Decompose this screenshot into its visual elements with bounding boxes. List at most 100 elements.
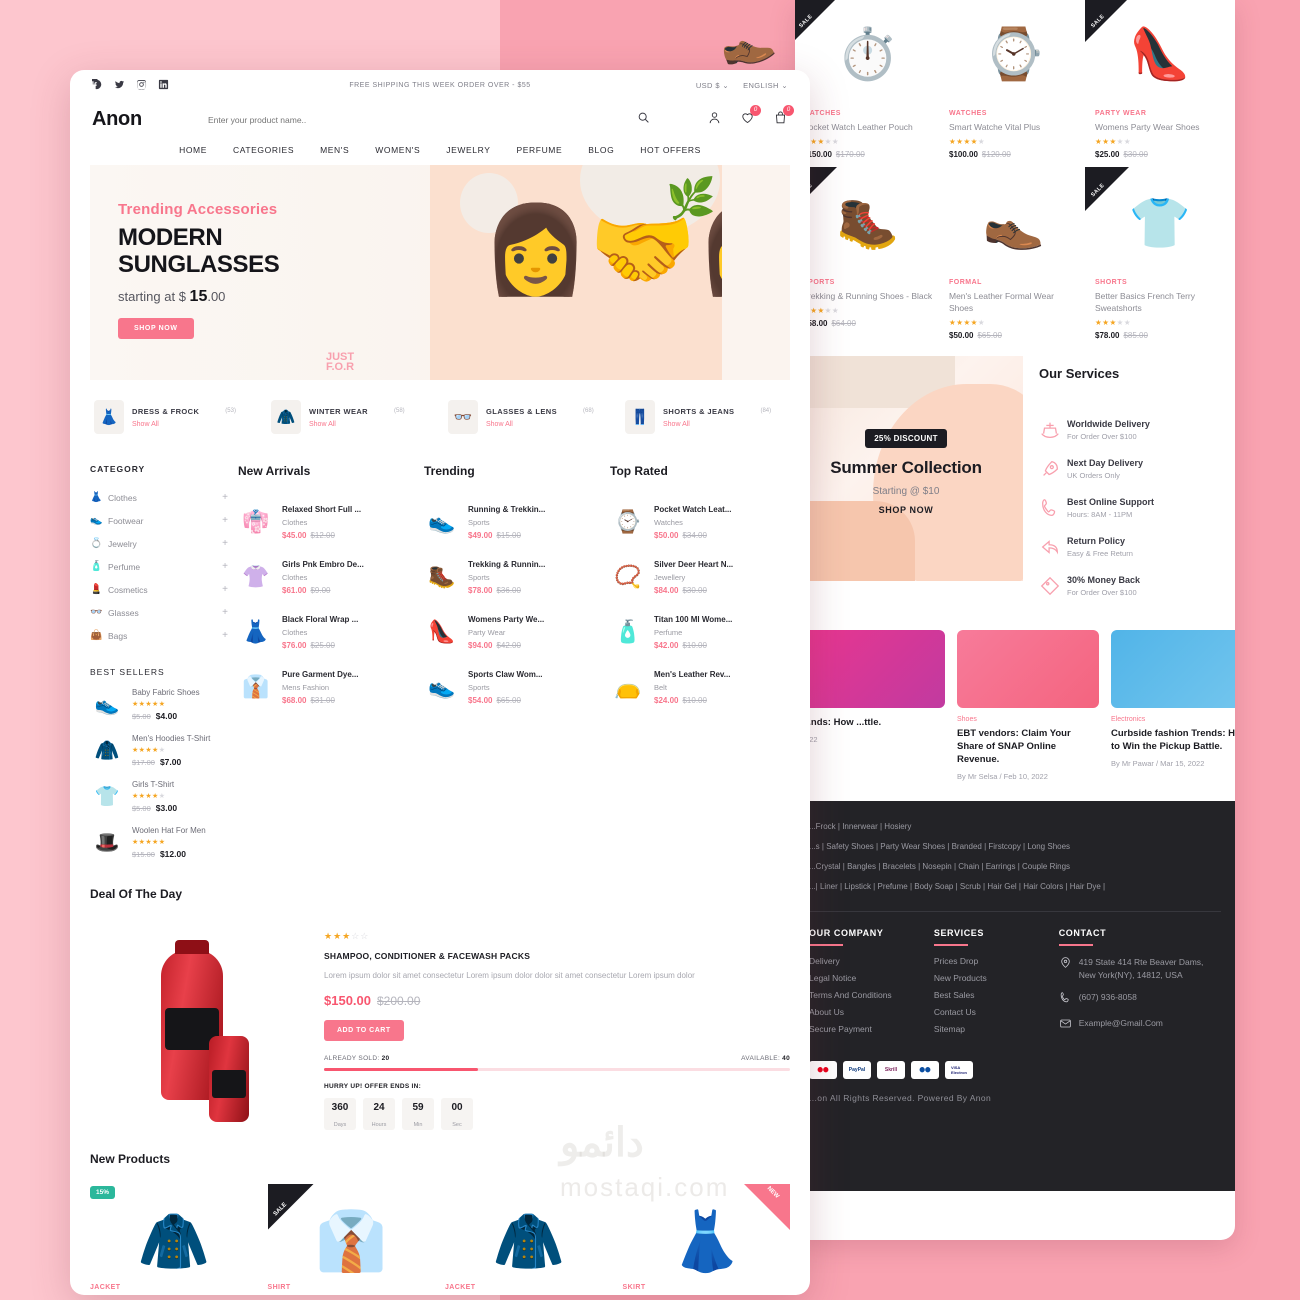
- product-card[interactable]: SALE 👕 SHORTS Better Basics French Terry…: [1085, 167, 1233, 350]
- account-button[interactable]: [707, 110, 722, 130]
- nav-item-hot-offers[interactable]: HOT OFFERS: [640, 145, 701, 155]
- service-sub: Hours: 8AM - 11PM: [1067, 510, 1133, 519]
- footer-link[interactable]: Delivery: [809, 956, 934, 966]
- show-all-link[interactable]: Show All: [309, 421, 405, 428]
- product-card[interactable]: SALE 👠 PARTY WEAR Womens Party Wear Shoe…: [1085, 0, 1233, 169]
- product-list-item[interactable]: 🥾 Trekking & Runnin... Sports $78.00 $36.00: [424, 557, 604, 597]
- footer-link[interactable]: Sitemap: [934, 1024, 1059, 1034]
- linkedin-icon[interactable]: [158, 79, 169, 92]
- sidebar-item-bags[interactable]: 👜 Bags +: [90, 624, 228, 647]
- sidebar-item-cosmetics[interactable]: 💄 Cosmetics +: [90, 578, 228, 601]
- best-seller-item[interactable]: 🧥 Men's Hoodies T-Shirt ★★★★★ $17.00 $7.00: [90, 733, 228, 767]
- hero-banner[interactable]: Trending Accessories MODERN SUNGLASSES st…: [90, 165, 790, 380]
- site-header: Anon 0 0: [70, 100, 810, 145]
- blog-card[interactable]: ...nds: How ...ttle. ...22: [803, 630, 945, 781]
- blog-card[interactable]: Electronics Curbside fashion Trends: How…: [1111, 630, 1235, 781]
- best-seller-item[interactable]: 👕 Girls T-Shirt ★★★★★ $5.00 $3.00: [90, 779, 228, 813]
- category-tile-dress-frock[interactable]: 👗 DRESS & FROCK (53) Show All: [90, 396, 259, 438]
- product-list-item[interactable]: 👘 Relaxed Short Full ... Clothes $45.00 $12.…: [238, 502, 418, 542]
- footer-link[interactable]: New Products: [934, 973, 1059, 983]
- product-list-item[interactable]: 👔 Pure Garment Dye... Mens Fashion $68.00 $3…: [238, 667, 418, 707]
- footer-link-row[interactable]: ...s | Safety Shoes | Party Wear Shoes |…: [809, 837, 1221, 857]
- product-list-item[interactable]: 📿 Silver Deer Heart N... Jewellery $84.00 $3…: [610, 557, 790, 597]
- category-tile-winter-wear[interactable]: 🧥 WINTER WEAR (58) Show All: [267, 396, 436, 438]
- expand-icon[interactable]: +: [222, 538, 228, 549]
- product-card[interactable]: SALE 🥾 SPORTS Trekking & Running Shoes -…: [795, 167, 941, 350]
- best-seller-item[interactable]: 👟 Baby Fabric Shoes ★★★★★ $5.00 $4.00: [90, 687, 228, 721]
- nav-item-jewelry[interactable]: JEWELRY: [446, 145, 490, 155]
- category-tile-glasses-lens[interactable]: 👓 GLASSES & LENS (68) Show All: [444, 396, 613, 438]
- contact-email-row[interactable]: Example@Gmail.Com: [1059, 1017, 1221, 1034]
- nav-item-blog[interactable]: BLOG: [588, 145, 614, 155]
- footer-link[interactable]: Prices Drop: [934, 956, 1059, 966]
- expand-icon[interactable]: +: [222, 561, 228, 572]
- new-product-card[interactable]: 15% 🧥 JACKET Mens Winter Leathers Jacket…: [90, 1184, 258, 1295]
- product-list-item[interactable]: 👟 Sports Claw Wom... Sports $54.00 $65.00: [424, 667, 604, 707]
- site-logo[interactable]: Anon: [92, 108, 202, 131]
- twitter-icon[interactable]: [114, 79, 125, 92]
- footer-link[interactable]: Contact Us: [934, 1007, 1059, 1017]
- summer-collection-banner[interactable]: 25% DISCOUNT Summer Collection Starting …: [795, 356, 1023, 581]
- product-list-item[interactable]: 👟 Running & Trekkin... Sports $49.00 $15.00: [424, 502, 604, 542]
- sidebar-item-clothes[interactable]: 👗 Clothes +: [90, 486, 228, 509]
- blog-card[interactable]: Shoes EBT vendors: Claim Your Share of S…: [957, 630, 1099, 781]
- language-selector[interactable]: ENGLISH ⌄: [743, 81, 788, 90]
- search-bar[interactable]: [208, 111, 658, 129]
- footer-link[interactable]: Best Sales: [934, 990, 1059, 1000]
- product-list-item[interactable]: 👝 Men's Leather Rev... Belt $24.00 $10.00: [610, 667, 790, 707]
- category-tile-shorts-jeans[interactable]: 👖 SHORTS & JEANS (84) Show All: [621, 396, 790, 438]
- product-list-item[interactable]: 👗 Black Floral Wrap ... Clothes $76.00 $25.0…: [238, 612, 418, 652]
- nav-item-home[interactable]: HOME: [179, 145, 207, 155]
- product-category: Party Wear: [468, 627, 506, 637]
- category-tiles: 👗 DRESS & FROCK (53) Show All 🧥 WINTER WEA…: [90, 396, 790, 438]
- sidebar-item-perfume[interactable]: 🧴 Perfume +: [90, 555, 228, 578]
- new-product-card[interactable]: SALE 👔 SHIRT Pure Garment Dyed Cotton Sh…: [267, 1184, 436, 1295]
- price-current: $4.00: [155, 710, 178, 721]
- nav-item-womens[interactable]: WOMEN'S: [375, 145, 420, 155]
- sidebar-item-glasses[interactable]: 👓 Glasses +: [90, 601, 228, 624]
- best-seller-item[interactable]: 🎩 Woolen Hat For Men ★★★★★ $15.00 $12.00: [90, 825, 228, 859]
- footer-link[interactable]: Terms And Conditions: [809, 990, 934, 1000]
- search-input[interactable]: [208, 114, 637, 125]
- expand-icon[interactable]: +: [222, 515, 228, 526]
- footer-link[interactable]: Secure Payment: [809, 1024, 934, 1034]
- footer-link-row[interactable]: ...Frock | Innerwear | Hosiery: [809, 817, 1221, 837]
- sidebar-item-footwear[interactable]: 👟 Footwear +: [90, 509, 228, 532]
- expand-icon[interactable]: +: [222, 492, 228, 503]
- footer-link[interactable]: About Us: [809, 1007, 934, 1017]
- product-card[interactable]: SALE ⏱️ WATCHES Pocket Watch Leather Pou…: [795, 0, 941, 169]
- expand-icon[interactable]: +: [222, 630, 228, 641]
- price-old: $42.00: [496, 640, 521, 650]
- product-list-item[interactable]: 👚 Girls Pnk Embro De... Clothes $61.00 $9.00: [238, 557, 418, 597]
- nav-item-mens[interactable]: MEN'S: [320, 145, 349, 155]
- product-list-item[interactable]: 👠 Womens Party We... Party Wear $94.00 $42.0…: [424, 612, 604, 652]
- add-to-cart-button[interactable]: ADD TO CART: [324, 1020, 404, 1041]
- footer-link-row[interactable]: ...| Liner | Lipstick | Prefume | Body S…: [809, 877, 1221, 897]
- product-category: Watches: [654, 517, 683, 527]
- expand-icon[interactable]: +: [222, 607, 228, 618]
- product-card[interactable]: ⌚ WATCHES Smart Watche Vital Plus ★★★★★ …: [941, 0, 1087, 169]
- sidebar-item-jewelry[interactable]: 💍 Jewelry +: [90, 532, 228, 555]
- show-all-link[interactable]: Show All: [132, 421, 236, 428]
- hero-shop-now-button[interactable]: SHOP NOW: [118, 318, 194, 339]
- product-card[interactable]: 👞 FORMAL Men's Leather Formal Wear Shoes…: [941, 169, 1087, 350]
- instagram-icon[interactable]: [136, 79, 147, 92]
- nav-item-categories[interactable]: CATEGORIES: [233, 145, 294, 155]
- show-all-link[interactable]: Show All: [486, 421, 594, 428]
- expand-icon[interactable]: +: [222, 584, 228, 595]
- footer-link-row[interactable]: ...Crystal | Bangles | Bracelets | Nosep…: [809, 857, 1221, 877]
- facebook-icon[interactable]: [88, 74, 103, 92]
- product-list-item[interactable]: 🧴 Titan 100 Ml Wome... Perfume $42.00 $10.00: [610, 612, 790, 652]
- search-icon[interactable]: [637, 111, 650, 129]
- nav-item-perfume[interactable]: PERFUME: [517, 145, 563, 155]
- price-current: $94.00: [468, 640, 493, 650]
- cart-button[interactable]: 0: [773, 104, 794, 130]
- product-list-item[interactable]: ⌚ Pocket Watch Leat... Watches $50.00 $34.00: [610, 502, 790, 542]
- currency-selector[interactable]: USD $ ⌄: [696, 81, 729, 90]
- footer-link[interactable]: Legal Notice: [809, 973, 934, 983]
- blog-image: [1111, 630, 1235, 708]
- wishlist-button[interactable]: 0: [740, 104, 761, 130]
- show-all-link[interactable]: Show All: [663, 421, 771, 428]
- banner-shop-now-button[interactable]: SHOP NOW: [795, 505, 1017, 515]
- contact-phone-row[interactable]: (607) 936-8058: [1059, 991, 1221, 1008]
